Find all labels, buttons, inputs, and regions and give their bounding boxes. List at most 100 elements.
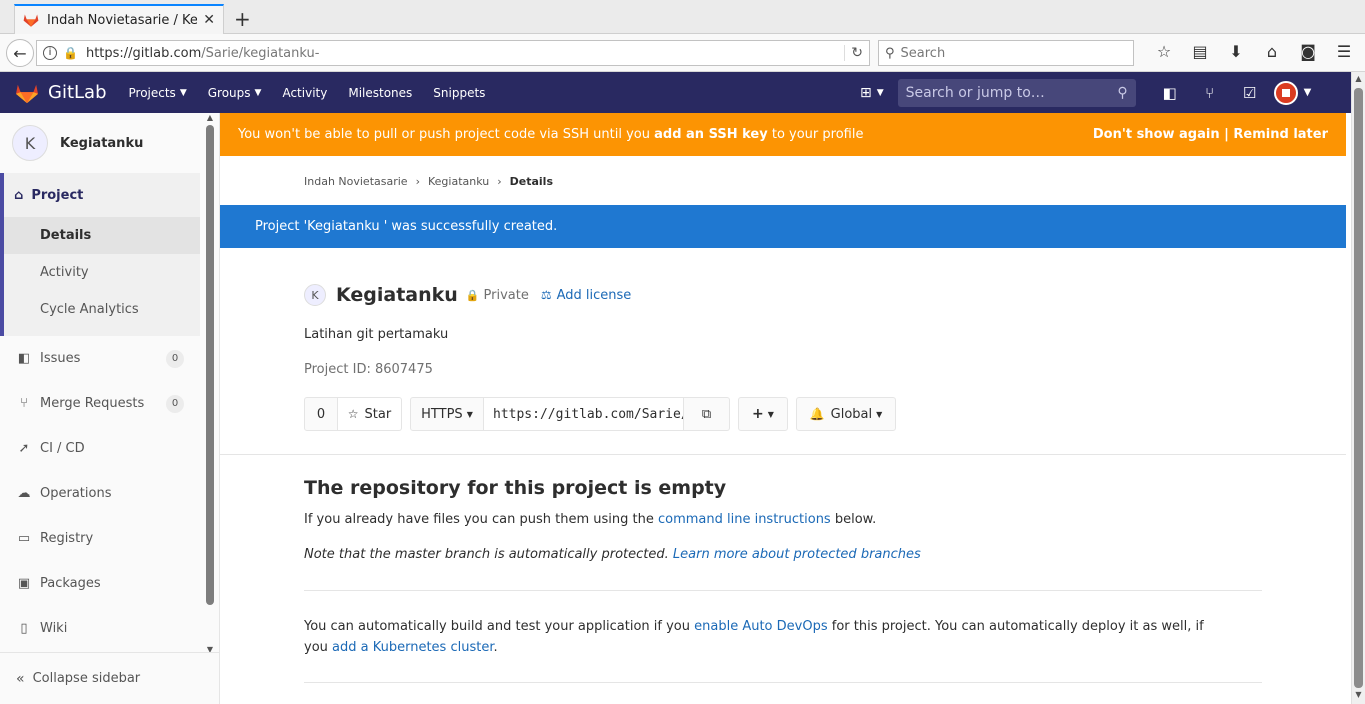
divider <box>304 590 1262 591</box>
lock-icon: 🔒 <box>465 288 480 302</box>
sidebar-item-merge-requests[interactable]: ⑂ Merge Requests 0 <box>0 381 200 426</box>
command-line-instructions-link[interactable]: command line instructions <box>658 512 831 527</box>
sidebar-item-wiki[interactable]: ▯ Wiki <box>0 606 200 651</box>
breadcrumb-separator: › <box>415 175 420 188</box>
back-button[interactable]: ← <box>6 39 34 67</box>
add-kubernetes-cluster-link[interactable]: add a Kubernetes cluster <box>332 640 493 655</box>
page-scrollbar[interactable]: ▲ ▼ <box>1351 72 1365 704</box>
breadcrumb-owner[interactable]: Indah Novietasarie <box>304 175 408 188</box>
info-icon[interactable]: i <box>43 46 57 60</box>
sidebar-sub-cycle-analytics[interactable]: Cycle Analytics <box>4 291 200 328</box>
protected-branches-link[interactable]: Learn more about protected branches <box>673 547 921 562</box>
reload-icon[interactable]: ↻ <box>844 45 863 61</box>
sidebar-sub-details[interactable]: Details <box>4 217 200 254</box>
remind-later-link[interactable]: Remind later <box>1233 127 1328 142</box>
star-button[interactable]: ☆ Star <box>338 397 402 431</box>
merge-request-icon[interactable]: ⑂ <box>1190 84 1230 102</box>
tab-close-icon[interactable]: ✕ <box>203 12 215 28</box>
scroll-up-icon[interactable]: ▲ <box>1352 74 1365 83</box>
back-arrow-icon: ← <box>13 43 27 63</box>
copy-icon: ⧉ <box>701 406 712 422</box>
sidebar-item-operations[interactable]: ☁ Operations <box>0 471 200 516</box>
sidebar-item-ci-cd[interactable]: ➚ CI / CD <box>0 426 200 471</box>
gitlab-fox-icon <box>16 84 38 103</box>
merge-request-icon: ⑂ <box>20 396 28 411</box>
star-count[interactable]: 0 <box>304 397 338 431</box>
clone-protocol-dropdown[interactable]: HTTPS ▼ <box>410 397 484 431</box>
project-id: Project ID: 8607475 <box>304 362 433 377</box>
menu-icon[interactable]: ☰ <box>1326 42 1362 61</box>
nav-projects[interactable]: Projects ▼ <box>129 86 187 100</box>
reading-list-icon[interactable]: ▤ <box>1182 42 1218 61</box>
clone-url-input[interactable]: https://gitlab.com/Sarie/kegiatanku-.git <box>484 397 684 431</box>
sidebar: K Kegiatanku ⌂ Project Details Activity C… <box>0 113 220 704</box>
pocket-icon[interactable]: ◙ <box>1290 42 1326 61</box>
url-bar[interactable]: i 🔒 https://gitlab.com/Sarie/kegiatanku-… <box>36 40 870 66</box>
breadcrumb-current[interactable]: Details <box>510 175 553 188</box>
nav-milestones[interactable]: Milestones <box>348 86 412 100</box>
bell-icon: 🔔 <box>809 407 825 421</box>
sidebar-section-project: ⌂ Project Details Activity Cycle Analytic… <box>0 173 200 336</box>
flash-notice: Project 'Kegiatanku ' was successfully c… <box>220 205 1346 248</box>
browser-tab[interactable]: Indah Novietasarie / Kegiatanku ✕ <box>14 4 224 34</box>
sidebar-scroll-thumb[interactable] <box>206 125 214 605</box>
visibility-badge: 🔒 Private <box>465 287 529 303</box>
enable-auto-devops-link[interactable]: enable Auto DevOps <box>694 619 827 634</box>
copy-url-button[interactable]: ⧉ <box>684 397 730 431</box>
home-icon: ⌂ <box>14 187 24 203</box>
bookmark-star-icon[interactable]: ☆ <box>1146 42 1182 61</box>
sidebar-project-header[interactable]: K Kegiatanku <box>0 113 219 173</box>
breadcrumb-separator: › <box>497 175 502 188</box>
merge-requests-count-badge: 0 <box>166 394 184 413</box>
ssh-banner-actions: Don't show again | Remind later <box>1092 127 1328 142</box>
todo-check-icon[interactable]: ☑ <box>1230 84 1270 102</box>
user-avatar[interactable] <box>1273 80 1298 105</box>
chevron-down-icon: ▼ <box>254 87 262 98</box>
header-right: ⊞ ▼ Search or jump to… ⚲ ◧ ⑂ ☑ ▼ <box>860 72 1311 113</box>
divider <box>220 454 1346 455</box>
issues-icon[interactable]: ◧ <box>1150 84 1190 102</box>
dont-show-again-link[interactable]: Don't show again <box>1093 127 1220 142</box>
scroll-down-icon[interactable]: ▼ <box>1352 690 1365 699</box>
sidebar-item-project[interactable]: ⌂ Project <box>4 173 200 217</box>
sidebar-item-packages[interactable]: ▣ Packages <box>0 561 200 606</box>
scroll-up-icon[interactable]: ▲ <box>205 113 215 122</box>
sidebar-sub-activity[interactable]: Activity <box>4 254 200 291</box>
registry-icon: ▭ <box>17 531 31 546</box>
add-new-dropdown[interactable]: + ▼ <box>738 397 788 431</box>
download-icon[interactable]: ⬇ <box>1218 42 1254 61</box>
rocket-icon: ➚ <box>18 441 30 456</box>
sidebar-scrollbar[interactable]: ▲ ▼ <box>205 113 215 658</box>
breadcrumb-project[interactable]: Kegiatanku <box>428 175 489 188</box>
issues-icon: ◧ <box>17 351 31 366</box>
new-tab-icon[interactable]: + <box>234 7 251 31</box>
clone-group: HTTPS▼ https://gitlab.com/Sarie/kegiatan… <box>410 397 730 431</box>
browser-toolbar-icons: ☆ ▤ ⬇ ⌂ ◙ ☰ <box>1146 42 1362 61</box>
gitlab-favicon-icon <box>23 14 39 27</box>
page-scroll-thumb[interactable] <box>1354 88 1363 688</box>
nav-activity[interactable]: Activity <box>282 86 327 100</box>
project-avatar: K <box>304 284 326 306</box>
add-license-link[interactable]: ⚖ Add license <box>541 288 631 303</box>
gitlab-logo[interactable]: GitLab <box>14 82 107 104</box>
new-item-button[interactable]: ⊞ ▼ <box>860 85 884 101</box>
chevron-down-icon[interactable]: ▼ <box>1304 87 1312 98</box>
url-text: https://gitlab.com/Sarie/kegiatanku- <box>85 45 320 61</box>
browser-search-input[interactable]: ⚲ Search <box>878 40 1134 66</box>
caret-down-icon: ▼ <box>876 409 883 419</box>
sidebar-item-issues[interactable]: ◧ Issues 0 <box>0 336 200 381</box>
project-name: Kegiatanku <box>336 284 458 306</box>
scale-icon: ⚖ <box>540 288 552 302</box>
sidebar-item-registry[interactable]: ▭ Registry <box>0 516 200 561</box>
notification-dropdown[interactable]: 🔔 Global ▼ <box>796 397 896 431</box>
nav-groups[interactable]: Groups ▼ <box>208 86 262 100</box>
collapse-sidebar-button[interactable]: « Collapse sidebar <box>0 652 220 704</box>
add-ssh-key-link[interactable]: add an SSH key <box>654 127 768 142</box>
gitlab-search-input[interactable]: Search or jump to… ⚲ <box>897 78 1136 107</box>
nav-snippets[interactable]: Snippets <box>433 86 485 100</box>
issues-count-badge: 0 <box>166 349 184 368</box>
home-icon[interactable]: ⌂ <box>1254 42 1290 61</box>
cloud-gear-icon: ☁ <box>17 486 31 501</box>
caret-down-icon: ▼ <box>767 409 774 419</box>
double-chevron-left-icon: « <box>16 670 25 687</box>
